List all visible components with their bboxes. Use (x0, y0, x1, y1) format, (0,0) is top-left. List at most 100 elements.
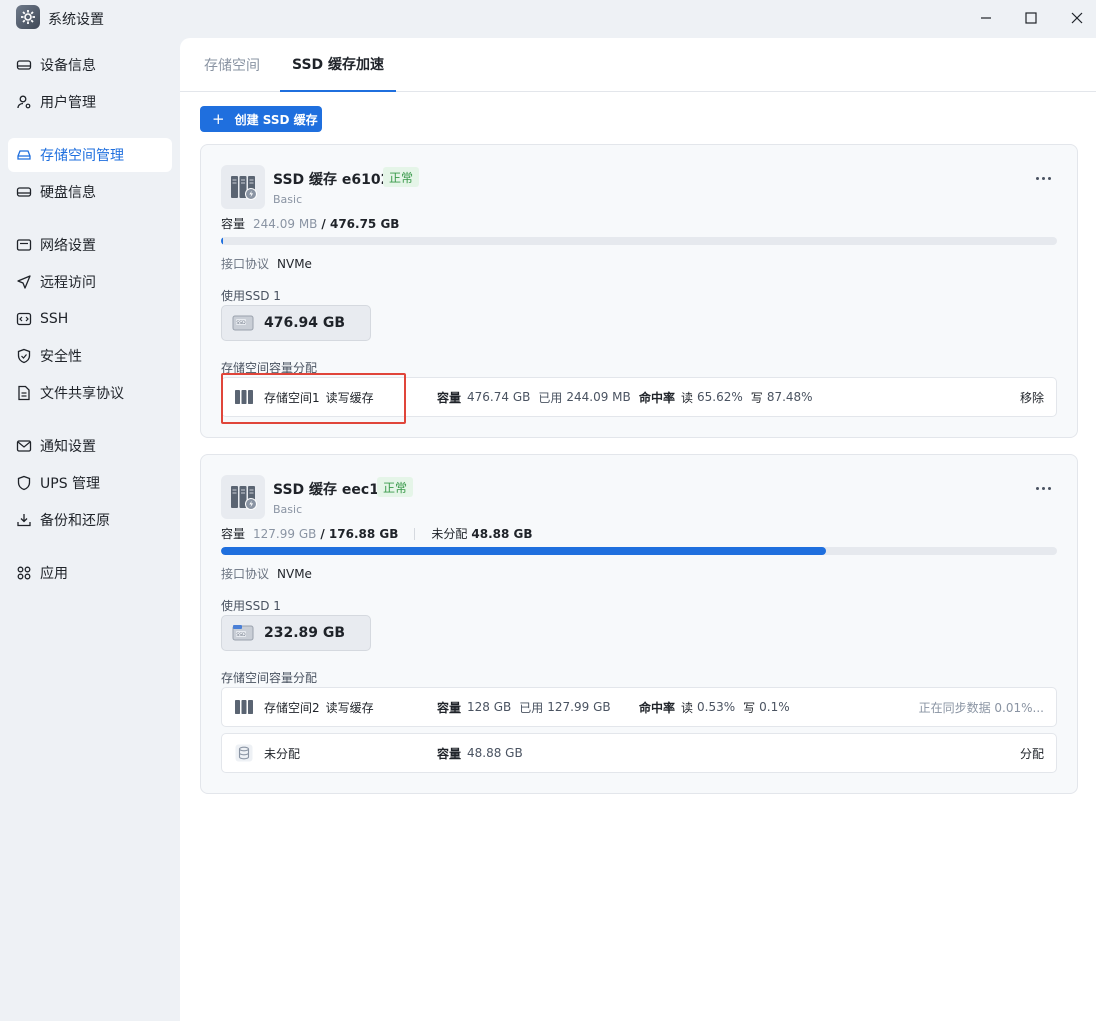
interface-protocol: 接口协议 NVMe (221, 257, 312, 271)
allocation-label: 存储空间容量分配 (221, 671, 318, 685)
cache-title: SSD 缓存 eec16 (273, 482, 389, 498)
capacity-progress-bar (221, 237, 1057, 245)
minimize-button[interactable] (970, 4, 1002, 32)
minimize-icon (981, 17, 991, 19)
pool-used: 244.09 MB (566, 390, 631, 404)
capacity-label: 容量 (221, 217, 246, 231)
divider (414, 527, 416, 540)
database-icon (234, 743, 254, 763)
sidebar-item-label: SSH (40, 311, 69, 327)
pool-used: 127.99 GB (547, 700, 611, 714)
download-icon (16, 512, 32, 528)
remove-button[interactable]: 移除 (1020, 378, 1044, 416)
apps-icon (16, 565, 32, 581)
device-icon (16, 57, 32, 73)
allocate-button[interactable]: 分配 (1020, 734, 1044, 772)
sidebar-item-device-info[interactable]: 设备信息 (8, 48, 172, 82)
capacity-total: / 176.88 GB (320, 526, 399, 541)
sync-status: 正在同步数据 0.01%... (918, 700, 1044, 715)
maximize-button[interactable] (1015, 4, 1047, 32)
ssd-cache-server-icon (221, 165, 265, 209)
ssd-device[interactable]: SSD 232.89 GB (221, 615, 371, 651)
capacity-progress-fill (221, 547, 827, 555)
capacity-line: 容量 127.99 GB / 176.88 GB 未分配 48.88 GB (221, 525, 533, 542)
ssd-cache-card-e6102: SSD 缓存 e6102 正常 Basic 容量 244.09 MB / 476… (200, 144, 1078, 438)
ssd-drive-icon: SSD (232, 315, 254, 331)
tab-bar: 存储空间 SSD 缓存加速 (180, 38, 1096, 92)
tab-ssd-cache[interactable]: SSD 缓存加速 (280, 38, 397, 92)
main-panel: 存储空间 SSD 缓存加速 + 创建 SSD 缓存 SSD 缓存 e6102 正… (180, 38, 1096, 1021)
sidebar-item-network[interactable]: 网络设置 (8, 228, 172, 262)
pool-capacity: 476.74 GB (467, 390, 531, 404)
create-ssd-cache-button[interactable]: + 创建 SSD 缓存 (200, 106, 322, 132)
sidebar-item-label: 用户管理 (40, 95, 96, 111)
capacity-used: 244.09 MB (253, 216, 318, 231)
sidebar-item-label: UPS 管理 (40, 476, 101, 492)
window-title: 系统设置 (48, 12, 104, 28)
settings-gear-icon (16, 5, 40, 29)
file-icon (16, 385, 32, 401)
storage-pool-icon (234, 387, 254, 407)
sidebar-item-storage-management[interactable]: 存储空间管理 (8, 138, 172, 172)
close-button[interactable] (1061, 4, 1093, 32)
unallocated-value: 48.88 GB (471, 526, 533, 541)
write-hit-rate: 0.1% (759, 700, 790, 714)
shield-icon (16, 348, 32, 364)
more-options-button[interactable] (1036, 177, 1051, 180)
pool-name: 存储空间2 (264, 700, 320, 715)
cache-title: SSD 缓存 e6102 (273, 172, 391, 188)
sidebar-item-label: 远程访问 (40, 275, 96, 291)
sidebar-item-label: 应用 (40, 566, 68, 582)
unallocated-capacity: 48.88 GB (467, 746, 523, 760)
sidebar-item-label: 备份和还原 (40, 513, 110, 529)
read-hit-rate: 0.53% (697, 700, 736, 714)
ssd-cache-server-icon (221, 475, 265, 519)
sidebar-item-ups[interactable]: UPS 管理 (8, 466, 172, 500)
sidebar: 设备信息 用户管理 存储空间管理 硬盘信息 网络设置 远程访问 SSH 安全性 … (0, 40, 180, 1021)
ssd-drive-icon: SSD (232, 625, 254, 641)
maximize-icon (1025, 12, 1037, 24)
ssd-device[interactable]: SSD 476.94 GB (221, 305, 371, 341)
ssd-cache-card-eec16: SSD 缓存 eec16 正常 Basic 容量 127.99 GB / 176… (200, 454, 1078, 794)
sidebar-item-apps[interactable]: 应用 (8, 556, 172, 590)
svg-text:SSD: SSD (236, 632, 246, 638)
title-bar: 系统设置 (0, 0, 1096, 36)
storage-icon (16, 147, 32, 163)
disk-icon (16, 184, 32, 200)
sidebar-item-label: 网络设置 (40, 238, 96, 254)
sidebar-item-remote-access[interactable]: 远程访问 (8, 265, 172, 299)
sidebar-item-backup[interactable]: 备份和还原 (8, 503, 172, 537)
sidebar-item-security[interactable]: 安全性 (8, 339, 172, 373)
tab-storage-space[interactable]: 存储空间 (204, 38, 260, 92)
capacity-progress-bar (221, 547, 1057, 555)
sidebar-item-label: 通知设置 (40, 439, 96, 455)
sidebar-item-label: 存储空间管理 (40, 148, 124, 164)
sidebar-item-label: 设备信息 (40, 58, 96, 74)
status-badge: 正常 (383, 167, 420, 187)
sidebar-item-disk-info[interactable]: 硬盘信息 (8, 175, 172, 209)
sidebar-item-file-sharing[interactable]: 文件共享协议 (8, 376, 172, 410)
ssd-used-label: 使用SSD 1 (221, 599, 281, 613)
sidebar-item-label: 硬盘信息 (40, 185, 96, 201)
capacity-progress-fill (221, 237, 223, 245)
unallocated-label: 未分配 (431, 527, 468, 541)
capacity-total: / 476.75 GB (321, 216, 400, 231)
sidebar-item-notifications[interactable]: 通知设置 (8, 429, 172, 463)
shield-outline-icon (16, 475, 32, 491)
ssd-used-label: 使用SSD 1 (221, 289, 281, 303)
allocation-label: 存储空间容量分配 (221, 361, 318, 375)
code-icon (16, 311, 32, 327)
sidebar-item-user-management[interactable]: 用户管理 (8, 85, 172, 119)
close-icon (1071, 12, 1083, 24)
cache-mode: 读写缓存 (325, 390, 374, 405)
svg-text:SSD: SSD (236, 320, 246, 326)
capacity-line: 容量 244.09 MB / 476.75 GB (221, 215, 399, 232)
network-icon (16, 237, 32, 253)
sidebar-item-ssh[interactable]: SSH (8, 302, 172, 336)
read-hit-rate: 65.62% (697, 390, 743, 404)
more-options-button[interactable] (1036, 487, 1051, 490)
cache-type: Basic (273, 193, 303, 206)
allocation-row: 存储空间1 读写缓存 容量 476.74 GB 已用 244.09 MB 命中率… (221, 377, 1057, 417)
allocation-row: 存储空间2 读写缓存 容量 128 GB 已用 127.99 GB 命中率 读 … (221, 687, 1057, 727)
allocation-row-unallocated: 未分配 容量 48.88 GB 分配 (221, 733, 1057, 773)
